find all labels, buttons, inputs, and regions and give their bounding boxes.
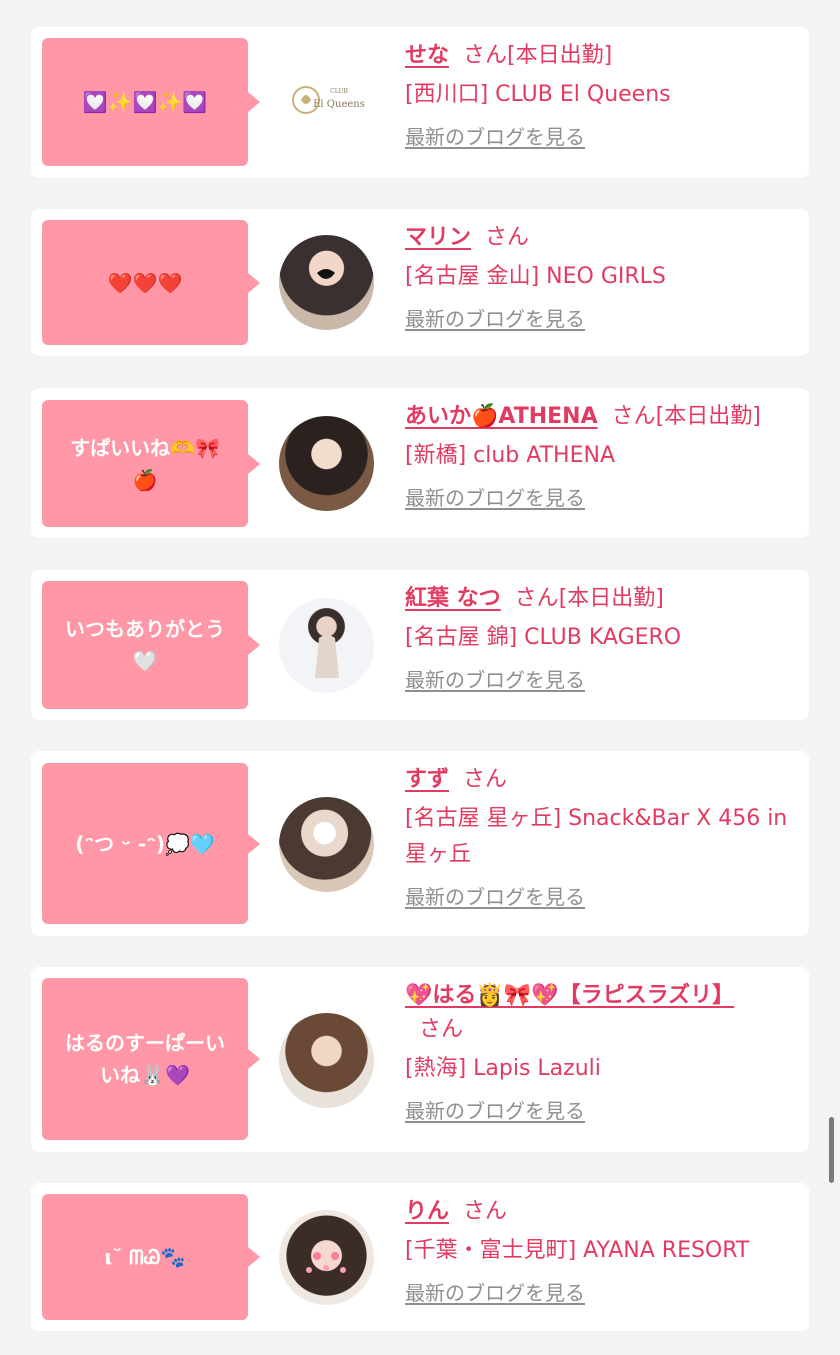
name-line: 💖はる👸🎀💖【ラピスラズリ】さん	[405, 979, 745, 1047]
comment-text: 💟✨💟✨💟	[82, 90, 208, 114]
san-suffix: さん	[514, 586, 559, 611]
latest-blog-link[interactable]: 最新のブログを見る	[405, 121, 585, 150]
girl-name-link[interactable]: りん	[405, 1199, 449, 1224]
girl-avatar[interactable]	[279, 1013, 374, 1108]
girl-name-link[interactable]: すず	[405, 767, 449, 792]
girl-info: りん さん [千葉・富士見町] AYANA RESORT 最新のブログを見る	[405, 1195, 801, 1306]
comment-bubble: ❤️❤️❤️	[42, 220, 260, 345]
girl-name-link[interactable]: 紅葉 なつ	[405, 586, 501, 611]
girl-name-link[interactable]: 💖はる👸🎀💖【ラピスラズリ】	[405, 983, 734, 1008]
comment-text: はるのすーぱーい いね🐰💜	[65, 1031, 225, 1087]
girl-name-link[interactable]: マリン	[405, 225, 471, 250]
status-badge: [本日出勤]	[507, 43, 613, 68]
latest-blog-link[interactable]: 最新のブログを見る	[405, 664, 585, 693]
girl-info: 💖はる👸🎀💖【ラピスラズリ】さん [熱海] Lapis Lazuli 最新のブロ…	[405, 979, 801, 1124]
comment-text: ❤️❤️❤️	[107, 270, 183, 295]
name-line: マリン さん	[405, 221, 801, 255]
girl-avatar[interactable]	[279, 416, 374, 511]
store-logo[interactable]: CLUB El Queens	[279, 55, 374, 150]
name-line: 紅葉 なつ さん[本日出勤]	[405, 582, 801, 616]
girl-info: 紅葉 なつ さん[本日出勤] [名古屋 錦] CLUB KAGERO 最新のブログ…	[405, 582, 801, 693]
store-name: [西川口] CLUB El Queens	[405, 82, 671, 107]
girl-card: ι˘ ᗰᏊ🐾 りん さん [千葉・富士見町] AYANA RESORT 最新のブロ…	[31, 1183, 809, 1331]
name-line: りん さん	[405, 1195, 801, 1229]
girl-avatar[interactable]	[279, 598, 374, 693]
girl-card: ❤️❤️❤️ マリン さん [名古屋 金山] NEO GIRLS 最新のブログを見…	[31, 209, 809, 356]
comment-bubble: すぱいいね🫶🎀 🍎	[42, 400, 260, 527]
latest-blog-link[interactable]: 最新のブログを見る	[405, 1095, 585, 1124]
logo-name-text: El Queens	[313, 99, 365, 110]
san-suffix: さん	[463, 1199, 508, 1224]
name-line: あいか🍎ATHENA さん[本日出勤]	[405, 400, 801, 434]
comment-text: ι˘ ᗰᏊ🐾	[104, 1245, 186, 1269]
comment-bubble: いつもありがとう 🤍	[42, 581, 260, 709]
comment-text: (ᵔつ ᵕ -ᵔ)💭🩵	[75, 831, 215, 856]
girl-card: (ᵔつ ᵕ -ᵔ)💭🩵 すず さん [名古屋 星ヶ丘] Snack&Bar X 4…	[31, 751, 809, 936]
girl-name-link[interactable]: あいか🍎ATHENA	[405, 404, 598, 429]
girl-card: すぱいいね🫶🎀 🍎 あいか🍎ATHENA さん[本日出勤] [新橋] club A…	[31, 388, 809, 538]
comment-bubble: 💟✨💟✨💟	[42, 38, 260, 166]
status-badge: [本日出勤]	[655, 404, 761, 429]
comment-bubble: (ᵔつ ᵕ -ᵔ)💭🩵	[42, 763, 260, 924]
scrollbar[interactable]	[829, 1117, 834, 1183]
store-name: [名古屋 錦] CLUB KAGERO	[405, 625, 682, 650]
name-line: すず さん	[405, 763, 801, 797]
status-badge: [本日出勤]	[558, 586, 664, 611]
san-suffix: さん	[463, 43, 508, 68]
store-name: [名古屋 金山] NEO GIRLS	[405, 264, 666, 289]
san-suffix: さん	[463, 767, 508, 792]
girl-card: いつもありがとう 🤍 紅葉 なつ さん[本日出勤] [名古屋 錦] CLUB KA…	[31, 570, 809, 720]
comment-text: すぱいいね🫶🎀 🍎	[70, 435, 220, 492]
girl-card: はるのすーぱーい いね🐰💜 💖はる👸🎀💖【ラピスラズリ】さん [熱海] Lapi…	[31, 967, 809, 1152]
latest-blog-link[interactable]: 最新のブログを見る	[405, 482, 585, 511]
store-name: [名古屋 星ヶ丘] Snack&Bar X 456 in 星ヶ丘	[405, 806, 788, 867]
comment-bubble: ι˘ ᗰᏊ🐾	[42, 1194, 260, 1320]
store-name: [新橋] club ATHENA	[405, 443, 615, 468]
girl-info: せな さん[本日出勤] [西川口] CLUB El Queens 最新のブログを見…	[405, 39, 801, 150]
girl-avatar[interactable]	[279, 797, 374, 892]
latest-blog-link[interactable]: 最新のブログを見る	[405, 303, 585, 332]
girl-name-link[interactable]: せな	[405, 43, 449, 68]
latest-blog-link[interactable]: 最新のブログを見る	[405, 1277, 585, 1306]
san-suffix: さん	[611, 404, 656, 429]
girl-avatar[interactable]	[279, 235, 374, 330]
girl-info: あいか🍎ATHENA さん[本日出勤] [新橋] club ATHENA 最新のブ…	[405, 400, 801, 511]
girl-info: すず さん [名古屋 星ヶ丘] Snack&Bar X 456 in 星ヶ丘 最新…	[405, 763, 801, 910]
comment-text: いつもありがとう 🤍	[65, 617, 225, 673]
comment-bubble: はるのすーぱーい いね🐰💜	[42, 978, 260, 1140]
girl-card: 💟✨💟✨💟 CLUB El Queens せな さん[本日出勤] [西川口] CL…	[31, 27, 809, 178]
name-line: せな さん[本日出勤]	[405, 39, 801, 73]
girl-info: マリン さん [名古屋 金山] NEO GIRLS 最新のブログを見る	[405, 221, 801, 332]
san-suffix: さん	[485, 225, 530, 250]
san-suffix: さん	[419, 1017, 464, 1042]
logo-club-text: CLUB	[330, 88, 348, 95]
store-name: [千葉・富士見町] AYANA RESORT	[405, 1238, 750, 1263]
latest-blog-link[interactable]: 最新のブログを見る	[405, 881, 585, 910]
store-name: [熱海] Lapis Lazuli	[405, 1056, 601, 1081]
girl-avatar[interactable]	[279, 1210, 374, 1305]
